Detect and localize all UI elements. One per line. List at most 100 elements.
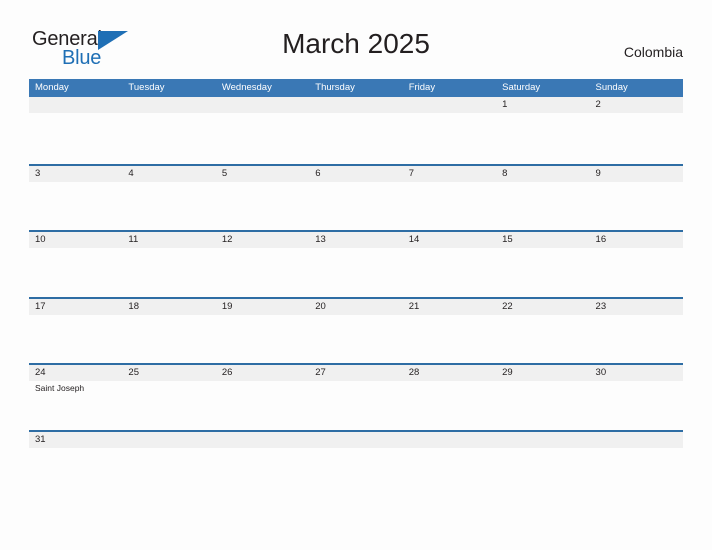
day-cell[interactable] <box>309 113 402 161</box>
day-cell[interactable] <box>403 448 496 462</box>
day-cell[interactable] <box>216 182 309 230</box>
day-number[interactable]: 13 <box>309 232 402 248</box>
day-cell[interactable] <box>29 182 122 230</box>
day-cell[interactable] <box>403 182 496 230</box>
day-number[interactable] <box>29 97 122 113</box>
calendar-week-row: 3456789 <box>29 163 683 231</box>
day-cell[interactable] <box>122 448 215 462</box>
day-cell[interactable] <box>309 248 402 296</box>
day-cell[interactable] <box>309 315 402 363</box>
day-number[interactable]: 12 <box>216 232 309 248</box>
day-number[interactable]: 28 <box>403 365 496 381</box>
day-cell[interactable] <box>403 113 496 161</box>
day-cell[interactable] <box>309 448 402 462</box>
day-cell[interactable] <box>216 448 309 462</box>
day-cell[interactable] <box>29 315 122 363</box>
country-label: Colombia <box>623 44 683 60</box>
day-cell[interactable] <box>496 113 589 161</box>
day-cell[interactable] <box>29 448 122 462</box>
day-cell[interactable] <box>496 315 589 363</box>
day-number[interactable]: 26 <box>216 365 309 381</box>
day-cell[interactable] <box>403 381 496 429</box>
day-cell[interactable] <box>216 113 309 161</box>
day-number[interactable] <box>496 432 589 448</box>
week-day-numbers: 3456789 <box>29 165 683 182</box>
day-number[interactable]: 16 <box>590 232 683 248</box>
day-cell[interactable] <box>403 248 496 296</box>
week-day-numbers: 10 11 12 13 14 15 16 <box>29 232 683 249</box>
day-cell[interactable] <box>122 315 215 363</box>
day-cell[interactable] <box>590 315 683 363</box>
week-day-numbers: 17 18 19 20 21 22 23 <box>29 298 683 315</box>
day-number[interactable]: 29 <box>496 365 589 381</box>
day-cell[interactable] <box>496 381 589 429</box>
day-number[interactable]: 6 <box>309 166 402 182</box>
day-number[interactable] <box>309 432 402 448</box>
day-number[interactable] <box>122 97 215 113</box>
day-cell[interactable] <box>216 248 309 296</box>
day-cell[interactable]: Saint Joseph <box>29 381 122 429</box>
day-number[interactable]: 2 <box>590 97 683 113</box>
day-cell[interactable] <box>29 113 122 161</box>
day-cell[interactable] <box>216 381 309 429</box>
day-cell[interactable] <box>122 248 215 296</box>
day-number[interactable] <box>590 432 683 448</box>
day-number[interactable]: 24 <box>29 365 122 381</box>
day-number[interactable]: 8 <box>496 166 589 182</box>
day-number[interactable]: 15 <box>496 232 589 248</box>
day-number[interactable]: 3 <box>29 166 122 182</box>
day-number[interactable]: 10 <box>29 232 122 248</box>
day-cell[interactable] <box>309 182 402 230</box>
day-number[interactable]: 14 <box>403 232 496 248</box>
day-number[interactable]: 9 <box>590 166 683 182</box>
calendar-page: General Blue March 2025 Colombia Monday T… <box>0 0 712 550</box>
day-cell[interactable] <box>590 381 683 429</box>
day-number[interactable]: 1 <box>496 97 589 113</box>
day-number[interactable]: 19 <box>216 299 309 315</box>
calendar-grid: Monday Tuesday Wednesday Thursday Friday Satu… <box>29 79 683 460</box>
day-cell[interactable] <box>496 248 589 296</box>
day-number[interactable]: 22 <box>496 299 589 315</box>
day-number[interactable]: 30 <box>590 365 683 381</box>
day-number[interactable] <box>122 432 215 448</box>
day-number[interactable]: 5 <box>216 166 309 182</box>
day-number[interactable] <box>403 432 496 448</box>
day-number[interactable]: 18 <box>122 299 215 315</box>
day-number[interactable]: 21 <box>403 299 496 315</box>
day-number[interactable]: 20 <box>309 299 402 315</box>
day-cell[interactable] <box>122 381 215 429</box>
day-cell[interactable] <box>216 315 309 363</box>
day-number[interactable]: 11 <box>122 232 215 248</box>
day-number[interactable] <box>309 97 402 113</box>
calendar-week-row: 24 25 26 27 28 29 30 Saint Joseph <box>29 363 683 430</box>
calendar-weeks: 1 2 3 4 5 6 7 8 9 10 11 12 13 14 15 16 17 18 19 20 21 22 23 24 2… <box>29 97 683 460</box>
day-number[interactable]: 23 <box>590 299 683 315</box>
day-cell[interactable] <box>590 113 683 161</box>
day-cell[interactable] <box>496 448 589 462</box>
weekday-header-wednesday: Wednesday <box>221 82 272 93</box>
day-number[interactable]: 4 <box>122 166 215 182</box>
calendar-week-row: 12 <box>29 97 683 164</box>
week-day-events <box>29 182 683 230</box>
day-number[interactable]: 7 <box>403 166 496 182</box>
week-day-numbers: 24 25 26 27 28 29 30 <box>29 365 683 382</box>
day-number[interactable]: 17 <box>29 299 122 315</box>
day-number[interactable] <box>216 432 309 448</box>
weekday-header-saturday: Saturday <box>502 82 541 93</box>
day-cell[interactable] <box>403 315 496 363</box>
day-cell[interactable] <box>29 248 122 296</box>
day-number[interactable] <box>216 97 309 113</box>
day-number[interactable]: 31 <box>29 432 122 448</box>
day-cell[interactable] <box>590 248 683 296</box>
day-number[interactable]: 27 <box>309 365 402 381</box>
day-cell[interactable] <box>309 381 402 429</box>
day-cell[interactable] <box>122 182 215 230</box>
page-title: March 2025 <box>282 28 430 59</box>
week-day-events <box>29 448 683 462</box>
day-number[interactable] <box>403 97 496 113</box>
day-cell[interactable] <box>122 113 215 161</box>
day-number[interactable]: 25 <box>122 365 215 381</box>
day-cell[interactable] <box>496 182 589 230</box>
day-cell[interactable] <box>590 182 683 230</box>
day-cell[interactable] <box>590 448 683 462</box>
